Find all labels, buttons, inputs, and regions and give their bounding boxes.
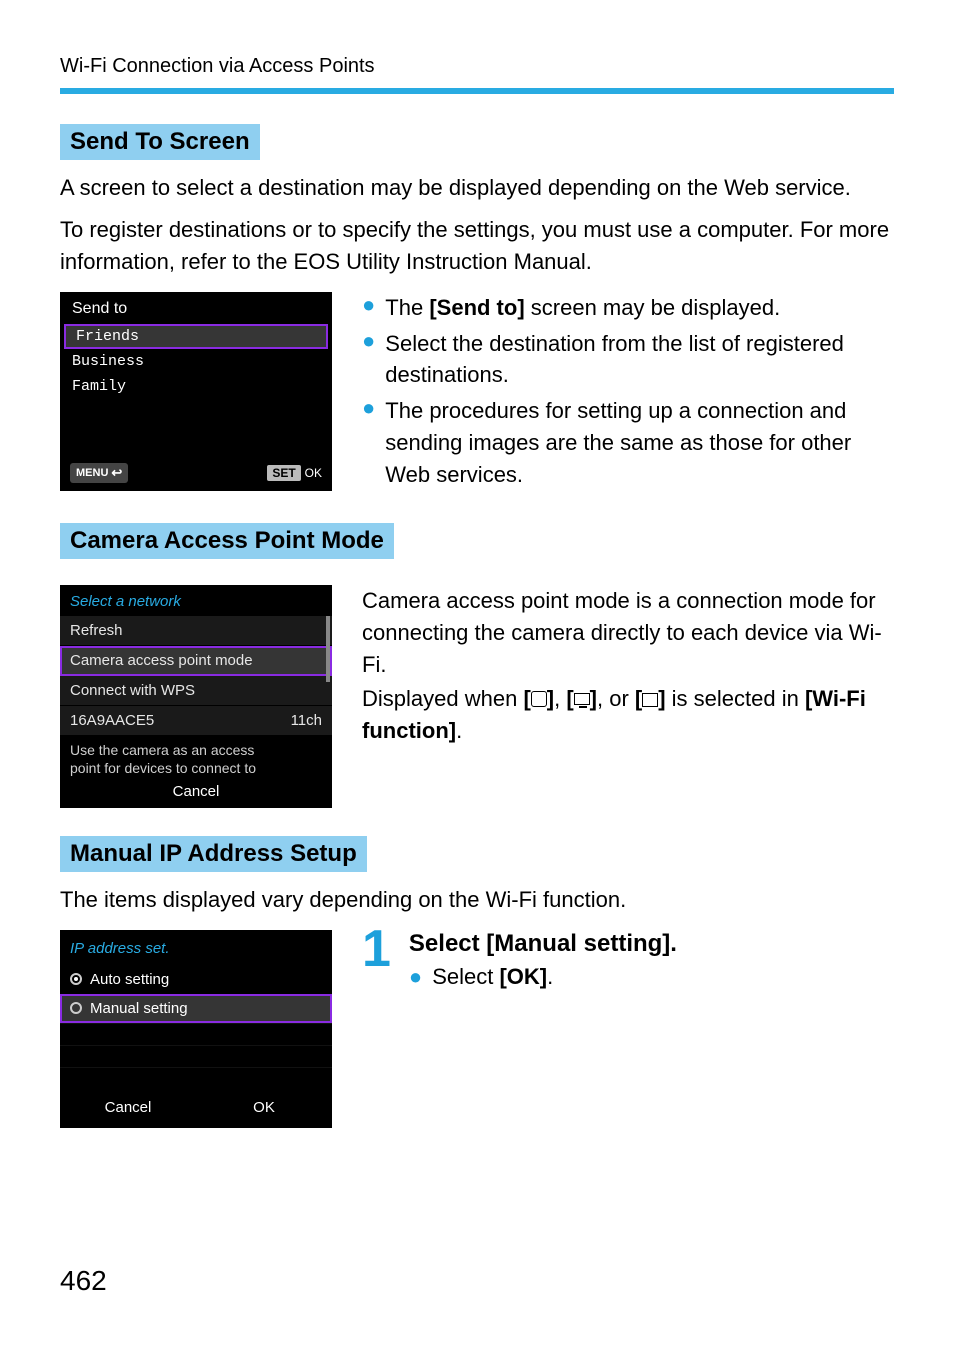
header-rule: [60, 88, 894, 94]
printer-icon: [642, 693, 658, 707]
bullet-item: ● Select the destination from the list o…: [362, 328, 894, 392]
monitor-icon: [574, 693, 590, 705]
camera-sendto-item-selected: Friends: [64, 324, 328, 349]
camera-ipset-cancel: Cancel: [60, 1099, 196, 1116]
bullet-icon: ●: [409, 964, 422, 990]
bullet-item: ● The procedures for setting up a connec…: [362, 395, 894, 491]
smartphone-icon: [531, 691, 547, 707]
camera-sendto-title: Send to: [60, 292, 332, 324]
camera-network-item: Connect with WPS: [60, 676, 332, 706]
set-ok-button: SETOK: [267, 465, 322, 481]
section-heading-send-to: Send To Screen: [60, 124, 260, 160]
radio-selected-icon: [70, 973, 82, 985]
camera-network-item: 16A9AACE511ch: [60, 706, 332, 736]
camera-ipset-screenshot: IP address set. Auto setting Manual sett…: [60, 930, 332, 1128]
section-heading-manual-ip: Manual IP Address Setup: [60, 836, 367, 872]
bullet-icon: ●: [362, 328, 375, 392]
camera-sendto-item: Business: [60, 349, 332, 374]
camera-ipset-ok: OK: [196, 1099, 332, 1116]
manual-ip-description: The items displayed vary depending on th…: [60, 884, 894, 916]
camera-ap-description: Camera access point mode is a connection…: [362, 585, 894, 681]
camera-network-item-selected: Camera access point mode: [60, 646, 332, 676]
step-title: Select [Manual setting].: [409, 930, 677, 958]
page-number: 462: [60, 1265, 107, 1297]
camera-network-cancel: Cancel: [60, 779, 332, 808]
camera-ipset-manual-selected: Manual setting: [60, 994, 332, 1023]
camera-ap-displayed-when: Displayed when [], [], or [] is selected…: [362, 683, 894, 747]
section-heading-camera-ap: Camera Access Point Mode: [60, 523, 394, 559]
camera-network-screenshot: Select a network Refresh Camera access p…: [60, 585, 332, 808]
send-to-description-2: To register destinations or to specify t…: [60, 214, 894, 278]
page-header: Wi-Fi Connection via Access Points: [60, 55, 894, 78]
return-icon: ↩: [111, 465, 122, 481]
send-to-description-1: A screen to select a destination may be …: [60, 172, 894, 204]
radio-unselected-icon: [70, 1002, 82, 1014]
camera-network-item: Refresh: [60, 616, 332, 646]
camera-sendto-screenshot: Send to Friends Business Family MENU↩ SE…: [60, 292, 332, 491]
bullet-icon: ●: [362, 292, 375, 324]
step-substep: ● Select [OK].: [409, 964, 677, 990]
camera-network-help: Use the camera as an access point for de…: [60, 736, 332, 779]
camera-ipset-auto: Auto setting: [60, 965, 332, 994]
camera-ipset-title: IP address set.: [60, 930, 332, 965]
bullet-icon: ●: [362, 395, 375, 491]
bullet-item: ● The [Send to] screen may be displayed.: [362, 292, 894, 324]
camera-network-title: Select a network: [60, 585, 332, 616]
menu-back-button: MENU↩: [70, 463, 128, 483]
camera-sendto-item: Family: [60, 374, 332, 399]
step-number: 1: [362, 926, 391, 973]
